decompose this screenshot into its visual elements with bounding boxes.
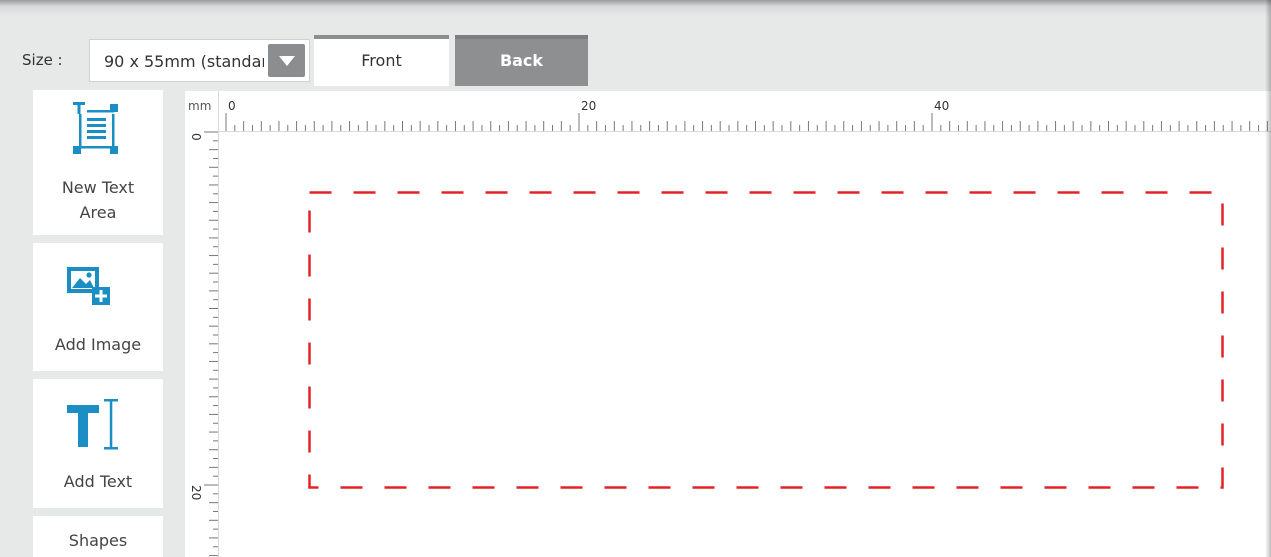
window-top-shadow [0,0,1271,16]
size-label: Size : [22,51,63,69]
tool-label: New Text [61,178,135,197]
ruler-left-label: 0 [189,133,203,141]
text-cursor-icon [67,399,118,450]
horizontal-ruler [185,91,1271,132]
tool-label: Add Text [63,472,133,491]
add-text-button[interactable]: Add Text [33,379,163,508]
chevron-down-icon[interactable] [268,44,305,77]
ruler-top-label: 20 [581,99,597,113]
tool-label: Shapes [68,531,128,550]
tool-label: Add Image [54,335,142,354]
tool-label: Area [79,203,117,222]
shapes-button[interactable]: Shapes [33,516,163,557]
size-dropdown[interactable]: 90 x 55mm (standard) [89,39,310,82]
safe-area-border [308,191,1224,489]
add-image-icon [67,267,110,305]
window-right-shadow [1265,0,1271,557]
tab-back[interactable]: Back [455,35,588,86]
ruler-unit-label: mm [188,99,212,113]
tab-front[interactable]: Front [314,35,449,86]
new-text-area-button[interactable]: New Text Area [33,90,163,235]
horizontal-ruler-ticks [225,113,1268,131]
text-area-icon [73,102,118,154]
size-dropdown-value: 90 x 55mm (standard) [104,52,264,71]
add-image-button[interactable]: Add Image [33,243,163,371]
ruler-top-label: 40 [934,99,950,113]
ruler-left-label: 20 [189,485,203,501]
design-canvas[interactable]: mm 0 20 40 0 20 [185,91,1271,557]
ruler-top-label: 0 [228,99,236,113]
